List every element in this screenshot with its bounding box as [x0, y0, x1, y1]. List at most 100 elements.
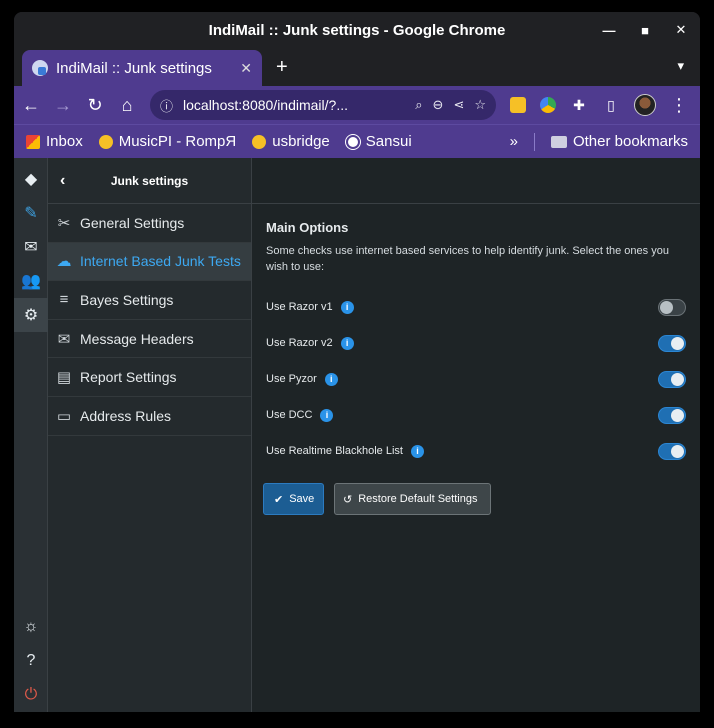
reload-icon[interactable]: ↻	[86, 95, 104, 116]
sidebar-item-label: Internet Based Junk Tests	[80, 253, 241, 270]
sidebar-item-message-headers[interactable]: ✉ Message Headers	[48, 320, 251, 359]
minimize-icon[interactable]: —	[602, 23, 616, 38]
side-panel-icon[interactable]: ▯	[602, 97, 620, 114]
section-description: Some checks use internet based services …	[266, 245, 669, 273]
document-icon: ▤	[56, 369, 72, 387]
search-icon[interactable]: ⌕	[415, 97, 422, 113]
bookmarks-overflow-icon[interactable]: »	[510, 133, 518, 150]
forward-arrow-icon[interactable]: →	[54, 95, 72, 116]
bookmark-star-icon[interactable]: ☆	[474, 97, 486, 113]
bookmark-label: MusicPI - RompЯ	[118, 133, 237, 150]
settings-sidebar: ‹ Junk settings ✂ General Settings ☁ Int…	[48, 158, 252, 712]
extension-keep-icon[interactable]	[510, 97, 526, 113]
profile-avatar-icon[interactable]	[634, 94, 656, 116]
bookmark-sansui[interactable]: Sansui	[345, 133, 412, 150]
site-info-icon[interactable]: ⓘ	[160, 96, 173, 115]
close-icon[interactable]: ✕	[674, 22, 688, 38]
save-button-label: Save	[289, 493, 315, 505]
sidebar-item-label: Address Rules	[80, 407, 172, 424]
toggle-knob	[671, 336, 684, 350]
home-icon[interactable]: ⌂	[118, 95, 136, 116]
junk-settings-form: Main Options Some checks use internet ba…	[252, 204, 700, 531]
save-button[interactable]: ✔ Save	[263, 483, 324, 515]
sidebar-item-general-settings[interactable]: ✂ General Settings	[48, 204, 251, 243]
option-label: Use Razor v2	[266, 337, 333, 349]
sidebar-item-bayes-settings[interactable]: ≡ Bayes Settings	[48, 281, 251, 320]
restore-defaults-button[interactable]: ↺ Restore Default Settings	[334, 483, 491, 515]
bookmark-label: Inbox	[46, 133, 83, 150]
info-icon[interactable]: i	[324, 372, 338, 386]
play-icon	[98, 134, 113, 149]
bookmarks-separator	[533, 132, 535, 151]
title-bar: IndiMail :: Junk settings - Google Chrom…	[14, 12, 700, 48]
mail-icon[interactable]: ✉	[14, 230, 48, 264]
other-bookmarks[interactable]: Other bookmarks	[550, 133, 688, 150]
indimail-logo-icon[interactable]: ◆	[14, 162, 48, 196]
address-url[interactable]: localhost:8080/indimail/?...	[183, 97, 405, 113]
pyzor-toggle[interactable]	[658, 370, 686, 388]
option-realtime-blackhole-list: Use Realtime Blackhole List i	[266, 433, 686, 469]
option-label: Use DCC	[266, 409, 313, 421]
share-icon[interactable]: ⋖	[453, 97, 464, 113]
tab-search-chevron-icon[interactable]: ▾	[677, 58, 684, 74]
info-icon[interactable]: i	[340, 300, 354, 314]
main-header	[252, 158, 700, 204]
app-nav-rail: ◆ ✎ ✉ 👥 ⚙ ☼ ? ⏻	[14, 158, 48, 712]
option-razor-v1: Use Razor v1 i	[266, 289, 686, 325]
info-icon[interactable]: i	[410, 444, 424, 458]
bookmark-usbridge[interactable]: usbridge	[252, 133, 330, 150]
extensions-puzzle-icon[interactable]: ✚	[570, 97, 588, 114]
compose-icon[interactable]: ✎	[14, 196, 48, 230]
folder-icon	[550, 135, 567, 148]
new-tab-icon[interactable]: +	[276, 56, 288, 79]
settings-gear-icon[interactable]: ⚙	[14, 298, 48, 332]
form-actions: ✔ Save ↺ Restore Default Settings	[263, 483, 686, 515]
indimail-favicon-icon	[32, 60, 48, 76]
zoom-out-icon[interactable]: ⊖	[433, 97, 444, 113]
bookmark-inbox[interactable]: Inbox	[26, 133, 83, 150]
sidebar-item-internet-based-junk-tests[interactable]: ☁ Internet Based Junk Tests	[48, 242, 251, 282]
sidebar-item-label: Report Settings	[80, 369, 177, 386]
bookmark-musicpi[interactable]: MusicPI - RompЯ	[98, 133, 237, 150]
database-icon: ≡	[59, 291, 69, 309]
sidebar-item-label: General Settings	[80, 214, 185, 231]
undo-icon: ↺	[343, 493, 353, 506]
sidebar-item-address-rules[interactable]: ▭ Address Rules	[48, 397, 251, 436]
back-arrow-icon[interactable]: ←	[22, 95, 40, 116]
gmail-icon	[26, 134, 40, 149]
back-chevron-icon[interactable]: ‹	[60, 172, 65, 190]
envelope-icon: ✉	[57, 330, 71, 348]
contacts-icon[interactable]: 👥	[14, 264, 48, 298]
browser-window: IndiMail :: Junk settings - Google Chrom…	[14, 12, 700, 712]
toggle-knob	[671, 408, 684, 422]
option-label: Use Pyzor	[266, 373, 317, 385]
browser-tab[interactable]: IndiMail :: Junk settings ✕	[22, 50, 262, 86]
tab-close-icon[interactable]: ✕	[240, 60, 252, 77]
window-controls: — ■ ✕	[602, 12, 692, 48]
cloud-icon: ☁	[56, 253, 72, 271]
rbl-toggle[interactable]	[658, 442, 686, 460]
section-heading: Main Options	[266, 220, 349, 235]
theme-toggle-icon[interactable]: ☼	[14, 610, 48, 644]
razor-v2-toggle[interactable]	[658, 334, 686, 352]
extension-color-icon[interactable]	[540, 97, 556, 113]
maximize-icon[interactable]: ■	[638, 23, 652, 38]
other-bookmarks-label: Other bookmarks	[572, 133, 688, 150]
tab-title: IndiMail :: Junk settings	[56, 59, 212, 77]
browser-menu-icon[interactable]: ⋮	[670, 95, 688, 116]
sidebar-item-report-settings[interactable]: ▤ Report Settings	[48, 358, 251, 397]
option-pyzor: Use Pyzor i	[266, 361, 686, 397]
browser-toolbar: ← → ↻ ⌂ ⓘ localhost:8080/indimail/?... ⌕…	[14, 86, 700, 124]
window-title: IndiMail :: Junk settings - Google Chrom…	[208, 21, 506, 39]
option-label: Use Razor v1	[266, 301, 333, 313]
logout-power-icon[interactable]: ⏻	[14, 678, 48, 712]
help-icon[interactable]: ?	[14, 644, 48, 678]
info-icon[interactable]: i	[340, 336, 354, 350]
info-icon[interactable]: i	[320, 408, 334, 422]
razor-v1-toggle[interactable]	[658, 298, 686, 316]
sidebar-item-label: Message Headers	[80, 330, 194, 347]
toggle-knob	[660, 300, 673, 314]
dcc-toggle[interactable]	[658, 406, 686, 424]
address-bar[interactable]: ⓘ localhost:8080/indimail/?... ⌕ ⊖ ⋖ ☆	[150, 90, 496, 120]
indimail-app: ◆ ✎ ✉ 👥 ⚙ ☼ ? ⏻ ‹ Junk settings ✂ Genera…	[14, 158, 700, 712]
